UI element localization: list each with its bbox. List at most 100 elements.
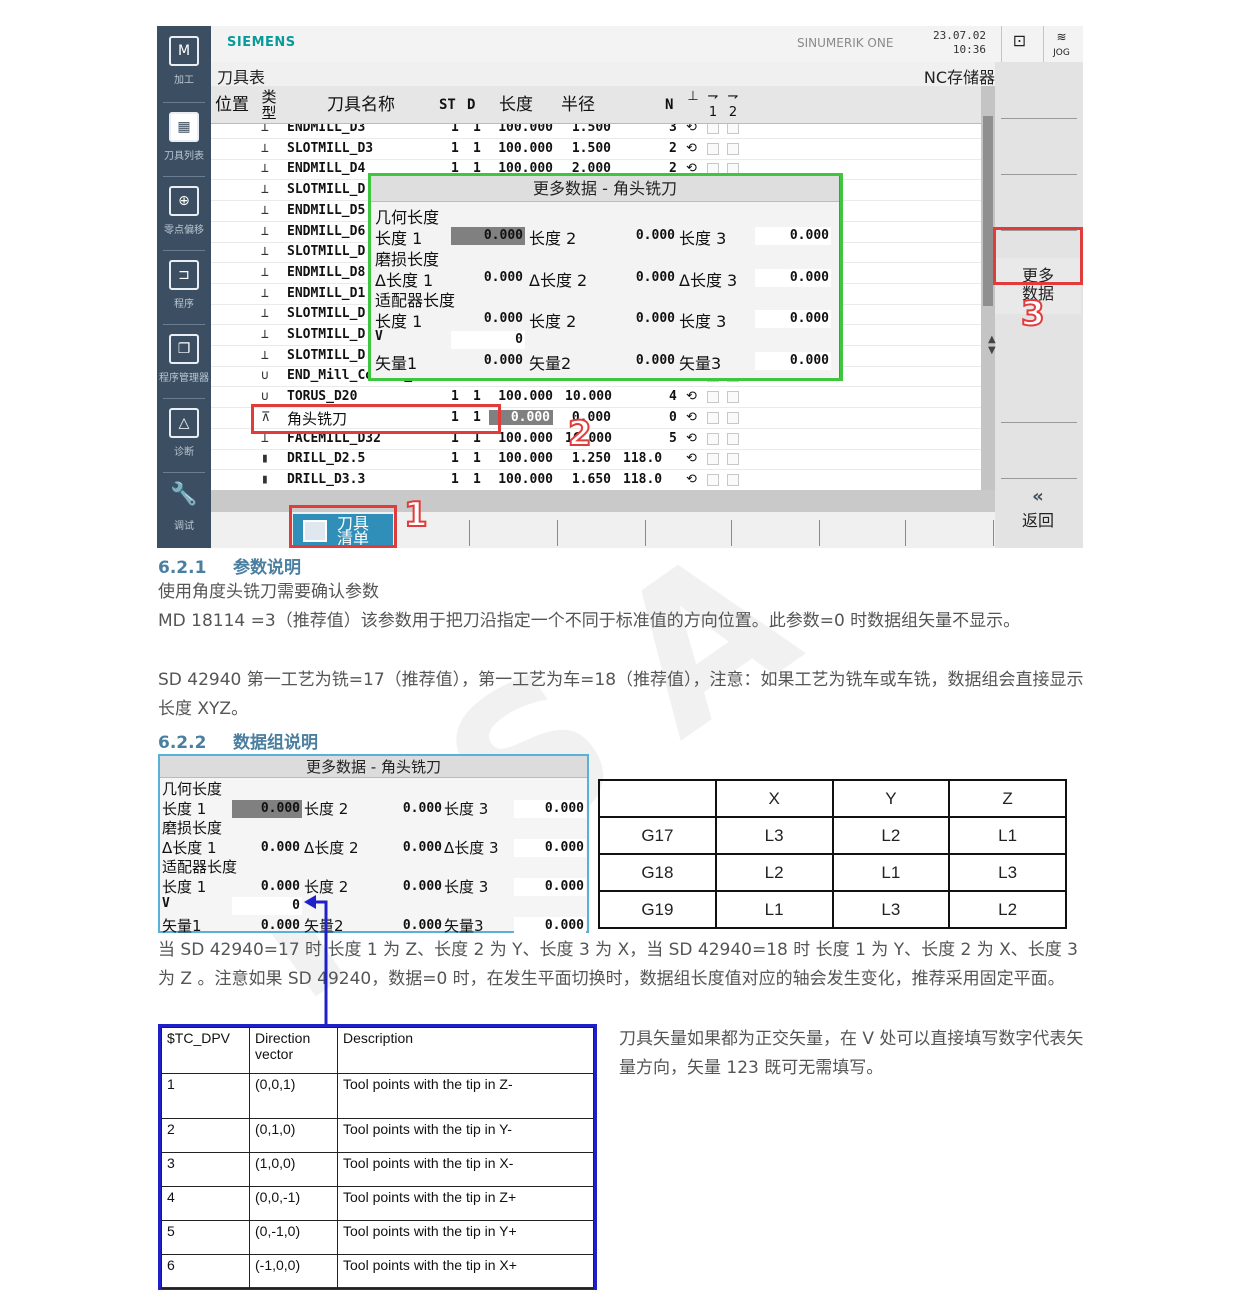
- coolant-checkbox[interactable]: [727, 432, 739, 445]
- sidebar-item-machine[interactable]: M 加工: [157, 26, 211, 100]
- section-number: 6.2.2: [158, 733, 207, 753]
- sidebar-label: 程序管理器: [159, 373, 209, 384]
- table-row: G18 L2 L1 L3: [598, 853, 1067, 892]
- dlength3-value: 0.000: [544, 840, 584, 855]
- table-cell: Tool points with the tip in Z-: [337, 1073, 594, 1119]
- table-cell: 1: [473, 124, 481, 135]
- table-cell: ENDMILL_D1: [287, 285, 366, 301]
- adapter-length2-value: 0.000: [402, 879, 442, 894]
- table-cell: 1.500: [571, 124, 611, 135]
- paragraph: SD 42940 第一工艺为铣=17（推荐值），第一工艺为车=18（推荐值），注…: [158, 670, 1084, 719]
- coolant-checkbox[interactable]: [707, 124, 719, 134]
- table-cell: Tool points with the tip in X+: [337, 1254, 594, 1289]
- machine-icon: M: [169, 36, 199, 66]
- program-icon: ⊐: [169, 260, 199, 290]
- table-row[interactable]: ▮ DRILL_D2.5 1 1 100.000 1.250 118.0 ⟲: [211, 449, 981, 471]
- coolant-checkbox[interactable]: [727, 411, 739, 424]
- table-cell: 1: [451, 389, 459, 405]
- table-cell: L1: [948, 816, 1067, 855]
- channel-status-icon[interactable]: ⊡: [1001, 26, 1037, 62]
- coolant-checkbox[interactable]: [707, 142, 719, 155]
- table-cell: SLOTMILL_D: [287, 347, 366, 363]
- table-cell: L2: [948, 890, 1067, 929]
- length3-label: 长度 3: [444, 800, 489, 818]
- sidebar-item-diagnostics[interactable]: △ 诊断: [157, 398, 211, 472]
- length1-label: 长度 1: [162, 800, 207, 818]
- scroll-thumb[interactable]: [983, 116, 993, 306]
- tool-type-icon: ⊥: [261, 347, 269, 363]
- table-header: 位置 类型 刀具名称 ST D 长度 半径 N ⊥ ⇁ 1 ⇁ 2: [211, 86, 981, 124]
- coolant-checkbox[interactable]: [727, 453, 739, 466]
- table-cell: 3: [161, 1152, 250, 1187]
- table-cell: [598, 779, 717, 818]
- table-cell: (0,0,-1): [249, 1186, 338, 1221]
- table-cell: Description: [337, 1027, 594, 1074]
- adapter-length1-value: 0.000: [260, 879, 300, 894]
- table-cell: L1: [831, 853, 951, 892]
- spindle-direction-icon: ⟲: [686, 471, 697, 487]
- table-cell: 2: [161, 1118, 250, 1153]
- brand-logo: SIEMENS: [227, 35, 296, 50]
- paragraph: MD 18114 =3（推荐值）该参数用于把刀沿指定一个不同于标准值的方向位置。…: [158, 611, 1021, 631]
- sidebar-item-program[interactable]: ⊐ 程序: [157, 250, 211, 324]
- coolant-checkbox[interactable]: [707, 453, 719, 466]
- table-row[interactable]: ▮ DRILL_D3.3 1 1 100.000 1.650 118.0 ⟲: [211, 470, 981, 490]
- table-cell: L2: [831, 816, 951, 855]
- col-length: 长度: [499, 95, 533, 115]
- table-cell: (0,1,0): [249, 1118, 338, 1153]
- vector3-value: 0.000: [544, 918, 584, 933]
- tool-type-icon: ⊥: [261, 264, 269, 280]
- sidebar-label: 加工: [174, 75, 194, 86]
- table-cell: SLOTMILL_D: [287, 244, 366, 260]
- table-row: G19 L1 L3 L2: [598, 890, 1067, 929]
- adapter-length-header: 适配器长度: [162, 858, 238, 876]
- sidebar-label: 刀具列表: [164, 151, 204, 162]
- table-cell: L3: [714, 816, 834, 855]
- dlength1-label: Δ长度 1: [162, 839, 217, 857]
- data-group-panel: 更多数据 - 角头铣刀 几何长度 长度 1 0.000 长度 2 0.000 长…: [158, 754, 589, 935]
- coolant-checkbox[interactable]: [727, 473, 739, 486]
- coolant-checkbox[interactable]: [707, 411, 719, 424]
- col-n: N: [665, 97, 674, 113]
- tool-type-icon: ▮: [261, 471, 269, 487]
- table-row[interactable]: ⊥ ENDMILL_D3 1 1 100.000 1.500 3 ⟲: [211, 124, 981, 139]
- table-cell: 1.650: [571, 471, 611, 487]
- table-cell: ENDMILL_D4: [287, 161, 366, 177]
- table-cell: ENDMILL_D8: [287, 264, 366, 280]
- table-cell: 1: [473, 389, 481, 405]
- sidebar-item-commissioning[interactable]: 🔧 调试: [157, 472, 211, 546]
- spindle-direction-icon: ⟲: [686, 430, 697, 446]
- table-cell: 1: [451, 471, 459, 487]
- length2-value: 0.000: [402, 801, 442, 816]
- spindle-direction-icon: ⟲: [686, 140, 697, 156]
- coolant-checkbox[interactable]: [707, 473, 719, 486]
- coolant-checkbox[interactable]: [727, 124, 739, 134]
- sidebar-item-tool-list[interactable]: ▦ 刀具列表: [157, 102, 211, 176]
- arrow-annotation: [304, 895, 328, 1026]
- geometry-length-header: 几何长度: [162, 780, 223, 798]
- tool-type-icon: ∪: [261, 368, 269, 384]
- double-chevron-left-icon: «: [1032, 486, 1044, 507]
- coolant-checkbox[interactable]: [707, 391, 719, 404]
- back-button[interactable]: « 返回: [995, 486, 1081, 542]
- table-cell: 118.0: [623, 471, 663, 487]
- vertical-scrollbar[interactable]: [981, 86, 995, 490]
- coolant-checkbox[interactable]: [727, 391, 739, 404]
- coolant-checkbox[interactable]: [727, 142, 739, 155]
- spindle-direction-icon: ⟲: [686, 451, 697, 467]
- table-cell: 1: [473, 471, 481, 487]
- table-cell: 4: [669, 389, 677, 405]
- table-cell: 1: [451, 451, 459, 467]
- table-cell: SLOTMILL_D: [287, 182, 366, 198]
- coolant-checkbox[interactable]: [707, 432, 719, 445]
- jog-mode-icon[interactable]: ≋ JOG: [1043, 26, 1079, 62]
- table-row[interactable]: ⊥ SLOTMILL_D3 1 1 100.000 1.500 2 ⟲: [211, 139, 981, 160]
- diagnostics-icon: △: [169, 408, 199, 438]
- col-st: ST: [439, 97, 456, 113]
- table-cell: Tool points with the tip in Y+: [337, 1220, 594, 1255]
- more-data-highlight-box: [993, 227, 1083, 285]
- sidebar-item-program-manager[interactable]: ❐ 程序管理器: [157, 324, 211, 398]
- section-heading-622: 6.2.2 数据组说明: [158, 728, 318, 753]
- sidebar-item-zero-offset[interactable]: ⊕ 零点偏移: [157, 176, 211, 250]
- tool-type-icon: ⊥: [261, 182, 269, 198]
